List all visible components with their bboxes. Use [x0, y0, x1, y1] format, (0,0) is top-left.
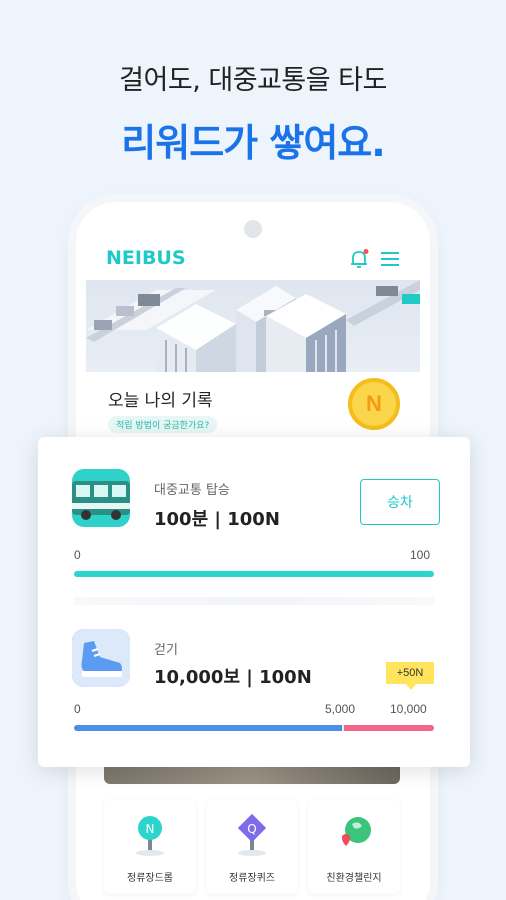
- svg-text:N: N: [146, 822, 155, 836]
- how-to-earn-pill[interactable]: 적립 방법이 궁금한가요?: [108, 416, 218, 433]
- transit-progress-fill: [74, 571, 434, 577]
- tile-label-eco-challenge: 친환경챌린지: [326, 873, 382, 884]
- city-illustration: [86, 280, 420, 376]
- camera-dot: [244, 220, 262, 238]
- transit-value: 100분 | 100N: [154, 509, 280, 530]
- walking-progress-fill: [74, 725, 343, 731]
- transit-scale-max: 100: [410, 548, 431, 562]
- board-button[interactable]: 승차: [360, 479, 440, 525]
- sneaker-icon: [72, 629, 130, 687]
- walking-scale-max: 10,000: [390, 702, 427, 716]
- headline-line-1: 걸어도, 대중교통을 타도: [119, 65, 387, 96]
- app-logo: NEIBUS: [106, 247, 186, 269]
- menu-icon[interactable]: [380, 250, 400, 268]
- tile-eco-challenge[interactable]: 친환경챌린지: [308, 800, 400, 894]
- walking-scale-mid: 5,000: [325, 702, 356, 716]
- tile-bus-stop-drop[interactable]: N 정류장드롭: [104, 800, 196, 894]
- svg-text:Q: Q: [247, 822, 256, 836]
- transit-label: 대중교통 탑승: [154, 483, 230, 498]
- walking-progress-bar: [74, 725, 434, 731]
- bus-stop-quiz-icon: Q: [237, 813, 267, 856]
- separator: [74, 597, 434, 605]
- walking-label: 걷기: [154, 643, 178, 658]
- tile-label-bus-stop-quiz: 정류장퀴즈: [229, 873, 275, 884]
- transit-scale-min: 0: [74, 548, 81, 562]
- stats-card: 대중교통 탑승 100분 | 100N 승차 0 100 걷기 10,000보 …: [38, 437, 470, 767]
- transit-progress-bar: [74, 571, 434, 577]
- walking-value: 10,000보 | 100N: [154, 667, 312, 688]
- bus-icon: [72, 469, 130, 527]
- tile-bus-stop-quiz[interactable]: Q 정류장퀴즈: [206, 800, 298, 894]
- walking-bonus-fill: [344, 725, 434, 731]
- bonus-badge: +50N: [386, 662, 434, 690]
- walking-scale-min: 0: [74, 702, 81, 716]
- bus-stop-drop-icon: N: [136, 816, 164, 856]
- today-record-card: 오늘 나의 기록 적립 방법이 궁금한가요? N: [86, 372, 420, 442]
- headline-line-2: 리워드가 쌓여요.: [121, 121, 385, 165]
- eco-challenge-icon: [342, 817, 371, 846]
- coin-icon: N: [348, 378, 400, 430]
- tile-label-bus-stop-drop: 정류장드롭: [127, 873, 173, 884]
- bell-icon[interactable]: [348, 248, 370, 270]
- record-title: 오늘 나의 기록: [108, 391, 213, 411]
